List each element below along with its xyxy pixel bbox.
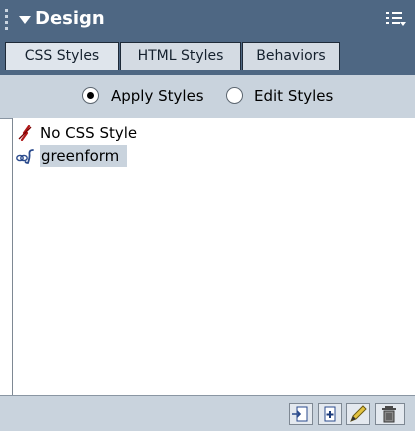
apply-styles-radio[interactable] [82,87,99,104]
apply-styles-label[interactable]: Apply Styles [111,87,204,105]
tab-css-styles[interactable]: CSS Styles [5,42,119,70]
styles-list[interactable]: No CSS Style greenform [12,118,415,395]
no-style-icon [16,124,36,142]
collapse-arrow-icon[interactable] [19,16,31,24]
style-mode-row: Apply Styles Edit Styles [0,75,415,119]
edit-styles-radio[interactable] [226,87,243,104]
panel-title[interactable]: Design [35,8,105,30]
design-panel: Design CSS Styles HTML Styles Behaviors … [0,0,415,431]
edit-stylesheet-button[interactable] [346,403,370,425]
panel-grip-icon[interactable] [5,9,11,31]
panel-title-bar[interactable]: Design [0,0,415,37]
attach-stylesheet-button[interactable] [289,403,313,425]
edit-styles-label[interactable]: Edit Styles [254,87,333,105]
style-item-label: greenform [40,145,128,167]
tab-behaviors[interactable]: Behaviors [242,42,340,70]
tab-strip: CSS Styles HTML Styles Behaviors [0,37,415,75]
new-style-button[interactable] [318,403,342,425]
new-style-icon [324,406,336,422]
options-menu-icon[interactable] [386,10,406,26]
style-item-label: No CSS Style [40,124,138,142]
linked-style-icon [16,148,36,164]
delete-style-icon [382,406,396,423]
tab-html-styles[interactable]: HTML Styles [120,42,241,70]
delete-style-button[interactable] [375,403,405,425]
attach-stylesheet-icon [292,406,308,422]
edit-stylesheet-icon [350,405,367,422]
panel-toolbar [0,395,415,431]
